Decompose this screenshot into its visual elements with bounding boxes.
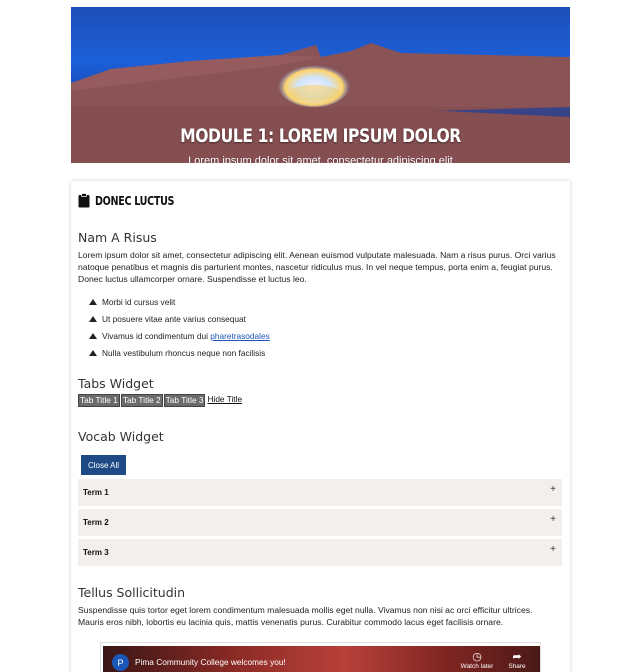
bullet-list: Morbi id cursus velit Ut posuere vitae a… [89,293,270,361]
hide-title-link[interactable]: Hide Title [206,394,243,407]
card-title: Donec Luctus [95,193,175,208]
share-icon: ➦ [512,651,522,663]
section-heading-nam-a-risus: Nam A Risus [78,230,157,245]
list-item: Vivamus id condimentum dui pharetrasodal… [89,327,270,344]
clipboard-icon [78,193,90,208]
triangle-bullet-icon [89,298,97,305]
plus-icon[interactable]: + [550,514,556,525]
triangle-bullet-icon [89,349,97,356]
video-title[interactable]: Pima Community College welcomes you! [135,657,286,667]
clock-icon: ◷ [472,651,482,663]
term-label: Term 2 [83,518,109,527]
tab-title-1[interactable]: Tab Title 1 [78,394,120,407]
term-row[interactable]: Term 3 + [78,539,562,566]
list-item: Morbi id cursus velit [89,293,270,310]
tabs-bar: Tab Title 1 Tab Title 2 Tab Title 3 Hide… [78,394,243,407]
content-card: Donec Luctus Nam A Risus Lorem ipsum dol… [71,181,570,672]
section-heading-tellus-sollicitudin: Tellus Sollicitudin [78,585,186,600]
plus-icon[interactable]: + [550,544,556,555]
card-header: Donec Luctus [78,193,194,208]
triangle-bullet-icon [89,315,97,322]
page-subtitle: Lorem ipsum dolor sit amet, consectetur … [188,155,453,163]
section-paragraph: Suspendisse quis tortor eget lorem condi… [78,605,533,627]
term-row[interactable]: Term 2 + [78,509,562,536]
watch-later-button[interactable]: ◷ Watch later [457,651,497,670]
channel-avatar[interactable]: P [112,654,129,671]
close-all-button[interactable]: Close All [81,455,126,475]
tab-title-2[interactable]: Tab Title 2 [120,394,163,407]
video-embed[interactable]: P Pima Community College welcomes you! ◷… [100,642,541,672]
video-player[interactable]: P Pima Community College welcomes you! ◷… [103,646,540,672]
triangle-bullet-icon [89,332,97,339]
page-title: Module 1: Lorem ipsum dolor [180,125,461,147]
section-paragraph: Lorem ipsum dolor sit amet, consectetur … [78,250,556,284]
plus-icon[interactable]: + [550,484,556,495]
term-label: Term 1 [83,488,109,497]
section-heading-vocab-widget: Vocab Widget [78,429,164,444]
section-heading-tabs-widget: Tabs Widget [78,376,154,391]
hero-banner: Module 1: Lorem ipsum dolor Lorem ipsum … [71,7,570,163]
share-button[interactable]: ➦ Share [497,651,537,670]
list-item: Nulla vestibulum rhoncus neque non facil… [89,344,270,361]
term-label: Term 3 [83,548,109,557]
list-item: Ut posuere vitae ante varius consequat [89,310,270,327]
term-row[interactable]: Term 1 + [78,479,562,506]
tab-title-3[interactable]: Tab Title 3 [163,394,206,407]
pharetrasodales-link[interactable]: pharetrasodales [210,331,270,341]
